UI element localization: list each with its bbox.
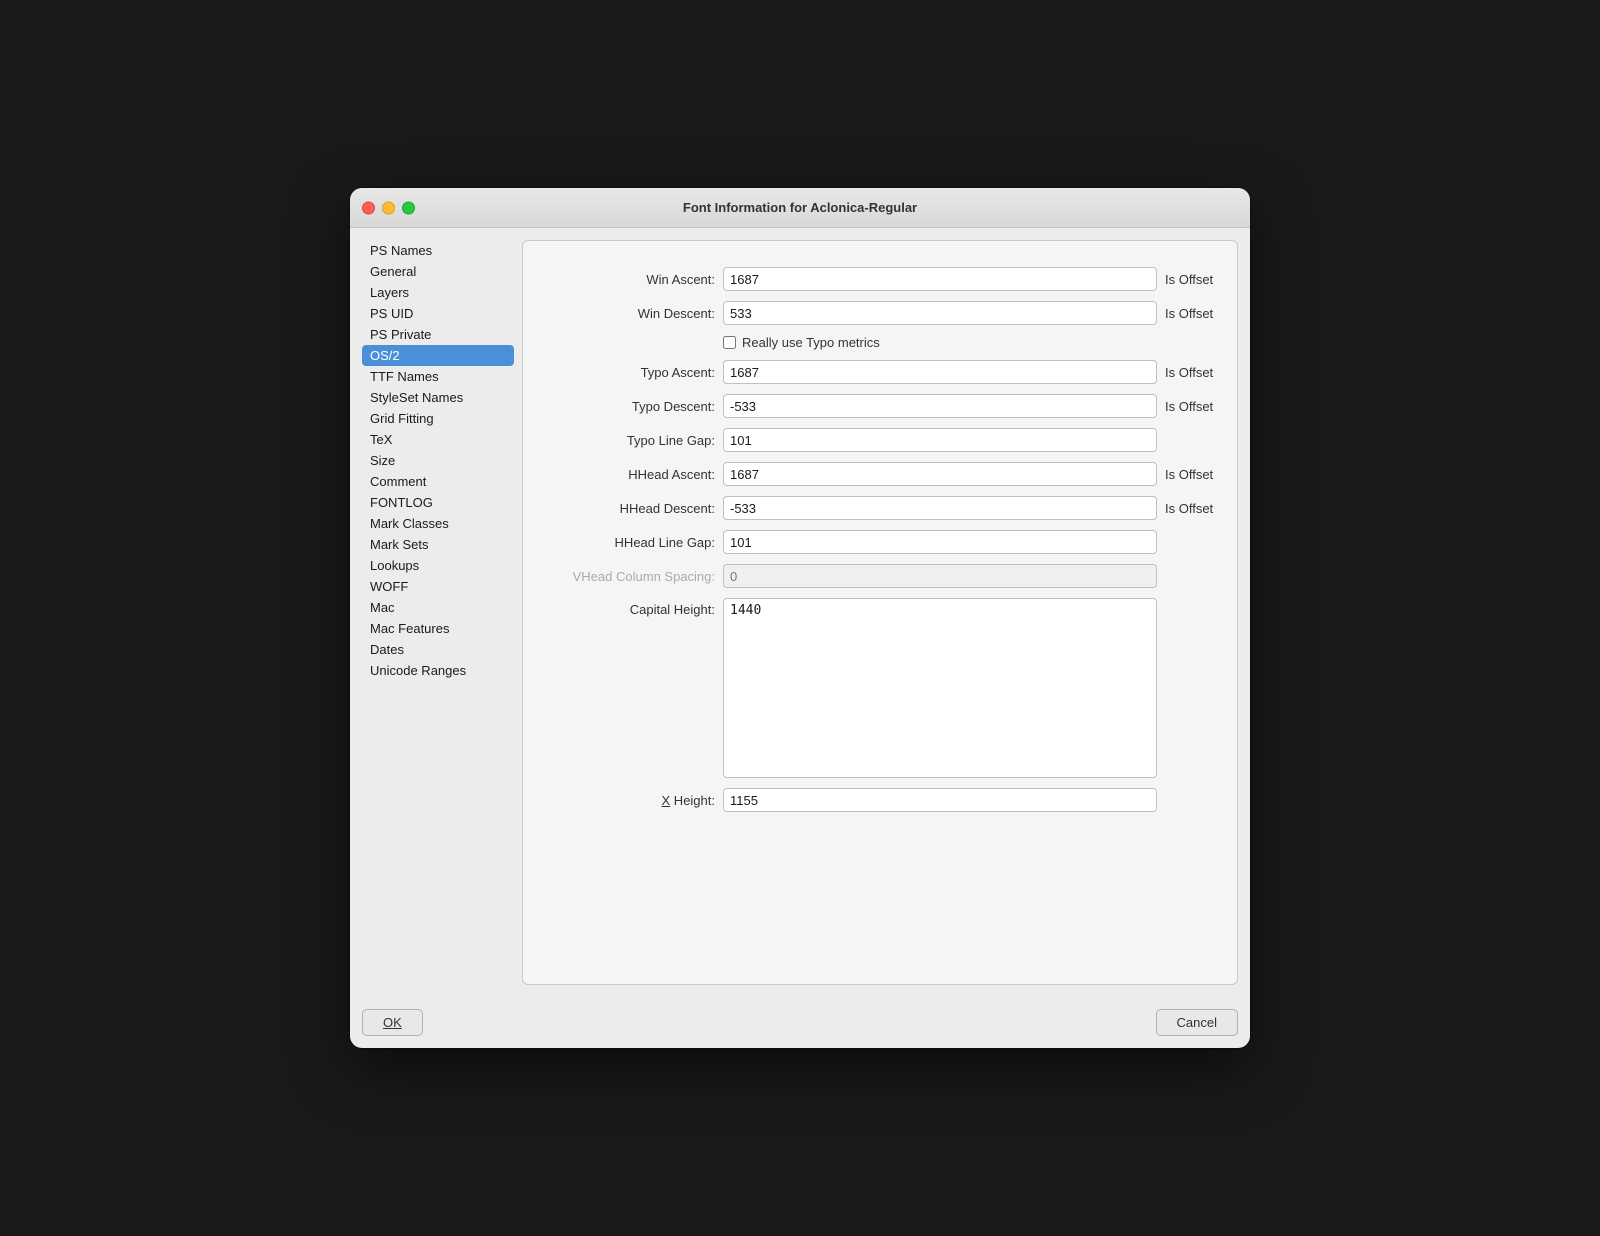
capital-height-row: Capital Height: 1440 [535, 598, 1225, 778]
window-body: PS NamesGeneralLayersPS UIDPS PrivateOS/… [350, 228, 1250, 997]
close-button[interactable] [362, 201, 375, 214]
titlebar: Font Information for Aclonica-Regular [350, 188, 1250, 228]
win-ascent-input[interactable] [723, 267, 1157, 291]
sidebar-item-unicode-ranges[interactable]: Unicode Ranges [362, 660, 514, 681]
sidebar-item-fontlog[interactable]: FONTLOG [362, 492, 514, 513]
typo-ascent-label: Typo Ascent: [535, 365, 715, 380]
sidebar-item-grid-fitting[interactable]: Grid Fitting [362, 408, 514, 429]
typo-ascent-offset: Is Offset [1165, 365, 1225, 380]
sidebar-item-ttf-names[interactable]: TTF Names [362, 366, 514, 387]
sidebar-item-tex[interactable]: TeX [362, 429, 514, 450]
sidebar-item-lookups[interactable]: Lookups [362, 555, 514, 576]
x-height-input[interactable] [723, 788, 1157, 812]
hhead-ascent-row: HHead Ascent: Is Offset [535, 462, 1225, 486]
sidebar-item-size[interactable]: Size [362, 450, 514, 471]
hhead-ascent-input[interactable] [723, 462, 1157, 486]
window-controls [362, 201, 415, 214]
sidebar: PS NamesGeneralLayersPS UIDPS PrivateOS/… [362, 240, 522, 985]
hhead-line-gap-row: HHead Line Gap: [535, 530, 1225, 554]
sidebar-item-dates[interactable]: Dates [362, 639, 514, 660]
sidebar-item-mac[interactable]: Mac [362, 597, 514, 618]
sidebar-item-general[interactable]: General [362, 261, 514, 282]
sidebar-item-styleset-names[interactable]: StyleSet Names [362, 387, 514, 408]
sidebar-item-layers[interactable]: Layers [362, 282, 514, 303]
sidebar-item-woff[interactable]: WOFF [362, 576, 514, 597]
sidebar-item-mark-sets[interactable]: Mark Sets [362, 534, 514, 555]
win-ascent-label: Win Ascent: [535, 272, 715, 287]
typo-descent-input[interactable] [723, 394, 1157, 418]
typo-line-gap-input[interactable] [723, 428, 1157, 452]
really-use-typo-checkbox[interactable] [723, 336, 736, 349]
x-height-row: X Height: [535, 788, 1225, 812]
main-window: Font Information for Aclonica-Regular PS… [350, 188, 1250, 1048]
sidebar-item-mark-classes[interactable]: Mark Classes [362, 513, 514, 534]
vhead-col-label: VHead Column Spacing: [535, 569, 715, 584]
typo-line-gap-row: Typo Line Gap: [535, 428, 1225, 452]
window-title: Font Information for Aclonica-Regular [683, 200, 917, 215]
win-descent-offset: Is Offset [1165, 306, 1225, 321]
capital-height-label: Capital Height: [535, 598, 715, 617]
hhead-line-gap-label: HHead Line Gap: [535, 535, 715, 550]
vhead-col-input [723, 564, 1157, 588]
win-descent-input[interactable] [723, 301, 1157, 325]
main-content: Win Ascent: Is Offset Win Descent: Is Of… [522, 240, 1238, 985]
sidebar-item-ps-private[interactable]: PS Private [362, 324, 514, 345]
sidebar-item-mac-features[interactable]: Mac Features [362, 618, 514, 639]
maximize-button[interactable] [402, 201, 415, 214]
typo-descent-row: Typo Descent: Is Offset [535, 394, 1225, 418]
vhead-col-row: VHead Column Spacing: [535, 564, 1225, 588]
typo-descent-label: Typo Descent: [535, 399, 715, 414]
cancel-button[interactable]: Cancel [1156, 1009, 1238, 1036]
sidebar-item-ps-uid[interactable]: PS UID [362, 303, 514, 324]
ok-button[interactable]: OK [362, 1009, 423, 1036]
minimize-button[interactable] [382, 201, 395, 214]
hhead-descent-label: HHead Descent: [535, 501, 715, 516]
hhead-descent-row: HHead Descent: Is Offset [535, 496, 1225, 520]
really-use-typo-label: Really use Typo metrics [742, 335, 880, 350]
hhead-descent-input[interactable] [723, 496, 1157, 520]
typo-ascent-input[interactable] [723, 360, 1157, 384]
win-ascent-offset: Is Offset [1165, 272, 1225, 287]
win-ascent-row: Win Ascent: Is Offset [535, 267, 1225, 291]
hhead-ascent-label: HHead Ascent: [535, 467, 715, 482]
typo-ascent-row: Typo Ascent: Is Offset [535, 360, 1225, 384]
sidebar-item-ps-names[interactable]: PS Names [362, 240, 514, 261]
form-section: Win Ascent: Is Offset Win Descent: Is Of… [535, 267, 1225, 972]
win-descent-label: Win Descent: [535, 306, 715, 321]
typo-descent-offset: Is Offset [1165, 399, 1225, 414]
win-descent-row: Win Descent: Is Offset [535, 301, 1225, 325]
hhead-line-gap-input[interactable] [723, 530, 1157, 554]
typo-line-gap-label: Typo Line Gap: [535, 433, 715, 448]
capital-height-input[interactable]: 1440 [723, 598, 1157, 778]
hhead-ascent-offset: Is Offset [1165, 467, 1225, 482]
sidebar-item-comment[interactable]: Comment [362, 471, 514, 492]
x-height-label: X Height: [535, 793, 715, 808]
hhead-descent-offset: Is Offset [1165, 501, 1225, 516]
really-use-typo-row: Really use Typo metrics [535, 335, 1225, 350]
sidebar-item-os/2[interactable]: OS/2 [362, 345, 514, 366]
bottom-bar: OK Cancel [350, 997, 1250, 1048]
